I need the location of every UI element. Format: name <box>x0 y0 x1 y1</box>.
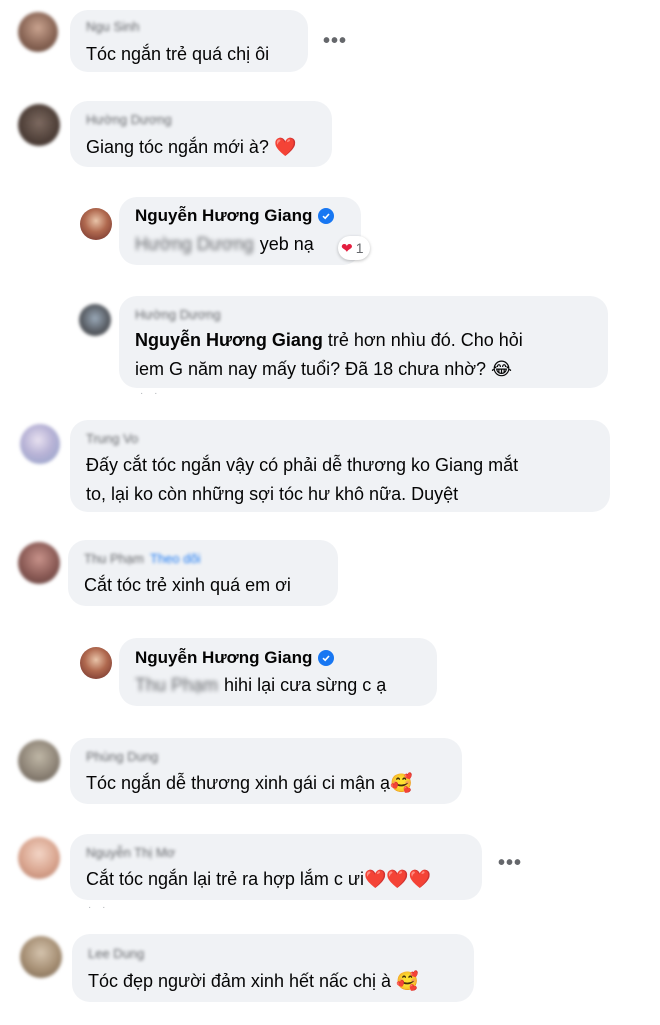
comment-text: Hường Dương yeb nạ <box>135 230 314 259</box>
comment-text: Cắt tóc trẻ xinh quá em ơi <box>84 575 291 595</box>
smiling-hearts-emoji: 🥰 <box>390 773 413 793</box>
comment-text-line1: Đấy cắt tóc ngắn vậy có phải dễ thương k… <box>86 455 519 475</box>
heart-emojis: ❤️❤️❤️ <box>363 869 432 889</box>
mention-tag[interactable]: Hường Dương <box>135 230 254 259</box>
commenter-name[interactable]: Hường Dương <box>86 112 172 127</box>
reaction-count: 1 <box>355 240 364 256</box>
comment-text-body: hihi lại cưa sừng c ạ <box>224 675 387 695</box>
commenter-name-text: Thu Phạm <box>84 551 144 566</box>
verified-badge-icon <box>318 650 335 666</box>
comment-text: Tóc ngắn dễ thương xinh gái ci mận ạ🥰 <box>86 769 412 798</box>
heart-emoji: ❤️ <box>273 137 297 157</box>
commenter-name[interactable]: Ngu Sinh <box>86 19 139 34</box>
avatar[interactable] <box>18 104 60 146</box>
truncated-indicator: · · <box>140 388 162 399</box>
comment-text: Nguyễn Hương Giang trẻ hơn nhìu đó. Cho … <box>135 326 523 355</box>
commenter-name[interactable]: Phùng Dung <box>86 749 158 764</box>
commenter-name[interactable]: Nguyễn Hương Giang <box>135 206 335 226</box>
avatar[interactable] <box>18 542 60 584</box>
comment-text-line1: trẻ hơn nhìu đó. Cho hỏi <box>327 330 523 350</box>
comment-text: Tóc đẹp người đảm xinh hết nấc chị à 🥰 <box>88 967 418 996</box>
avatar[interactable] <box>20 424 60 464</box>
commenter-name[interactable]: Nguyễn Thị Mơ <box>86 845 175 860</box>
avatar[interactable] <box>79 304 111 336</box>
reaction-badge[interactable]: ❤ 1 <box>338 236 370 260</box>
verified-badge-icon <box>318 208 335 224</box>
avatar[interactable] <box>80 647 112 679</box>
comment-text: Tóc ngắn trẻ quá chị ôi <box>86 44 270 64</box>
comment-text: iem G năm nay mấy tuổi? Đã 18 chưa nhờ? … <box>135 355 512 384</box>
commenter-name-text: Nguyễn Hương Giang <box>135 206 313 225</box>
avatar[interactable] <box>20 936 62 978</box>
avatar[interactable] <box>18 837 60 879</box>
smiling-hearts-emoji: 🥰 <box>396 971 419 991</box>
commenter-name-text: Nguyễn Hương Giang <box>135 648 313 667</box>
comment-text-body: Cắt tóc ngắn lại trẻ ra hợp lắm c ưi <box>86 869 364 889</box>
commenter-name[interactable]: Thu Phạm Theo dõi <box>84 551 201 566</box>
avatar[interactable] <box>18 12 58 52</box>
comment-text: Giang tóc ngắn mới à? ❤️ <box>86 133 296 162</box>
comment-text-body: Tóc ngắn dễ thương xinh gái ci mận ạ <box>86 773 391 793</box>
commenter-name[interactable]: Trung Vo <box>86 431 138 446</box>
commenter-name[interactable]: Hường Dương <box>135 307 221 322</box>
comment-text-body: yeb nạ <box>259 234 314 254</box>
comment-text: Thu Phạm hihi lại cưa sừng c ạ <box>135 671 386 700</box>
avatar[interactable] <box>80 208 112 240</box>
mention-tag[interactable]: Thu Phạm <box>135 671 218 700</box>
comment-text: Cắt tóc ngắn lại trẻ ra hợp lắm c ưi❤️❤️… <box>86 865 431 894</box>
more-options-icon[interactable]: ••• <box>498 852 522 875</box>
truncated-indicator: · · <box>88 902 110 913</box>
love-reaction-icon: ❤ <box>341 239 353 256</box>
comment-text-body: Giang tóc ngắn mới à? <box>86 137 269 157</box>
comment-text-line2: to, lại ko còn những sợi tóc hư khô nữa.… <box>86 484 459 504</box>
commenter-name[interactable]: Nguyễn Hương Giang <box>135 648 335 668</box>
follow-button[interactable]: Theo dõi <box>150 551 201 566</box>
comment-text-line2: iem G năm nay mấy tuổi? Đã 18 chưa nhờ? <box>135 359 487 379</box>
more-options-icon[interactable]: ••• <box>323 30 347 53</box>
laughing-emoji: 😂 <box>491 359 513 379</box>
avatar[interactable] <box>18 740 60 782</box>
mention-tag[interactable]: Nguyễn Hương Giang <box>135 330 323 350</box>
commenter-name[interactable]: Lee Dung <box>88 946 144 961</box>
comment-text-body: Tóc đẹp người đảm xinh hết nấc chị à <box>88 971 392 991</box>
